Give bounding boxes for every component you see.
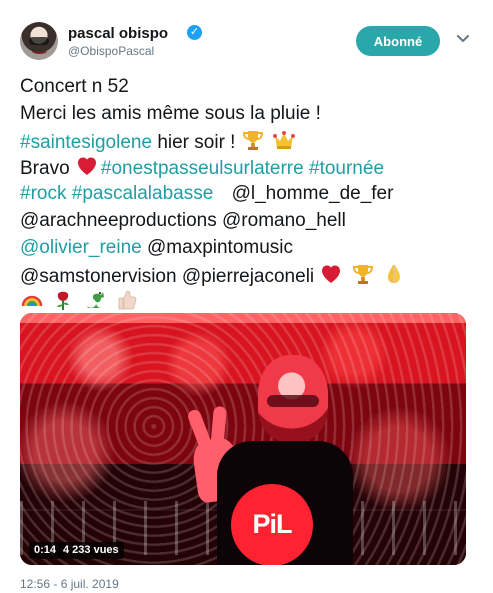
avatar[interactable] [20,22,58,60]
trophy-icon [242,130,263,150]
tweet-text-segment: Merci les amis même sous la pluie ! [20,102,321,124]
rainbow-icon [21,296,43,307]
tweet-text-segment: hier soir ! [152,131,236,153]
tweet-line: @arachneeproductions @romano_hell [20,208,475,235]
mention-link[interactable]: @maxpintomusic [142,237,293,258]
hashtag-link[interactable]: #pascalalabasse [72,183,214,204]
following-button[interactable]: Abonné [356,26,440,56]
mention-link[interactable]: @arachneeproductions @romano_hell [20,210,346,231]
crown-icon [273,130,296,149]
verified-badge-icon: ✓ [187,25,202,40]
hashtag-link[interactable]: #onestpasseulsurlaterre [101,158,304,179]
thumbs-up-icon [118,290,137,310]
video-time-label: 0:14 [29,542,62,559]
tweet-line: Merci les amis même sous la pluie ! [20,101,475,128]
tweet-header: pascal obispo ✓ @ObispoPascal Abonné [20,22,473,64]
mention-link[interactable]: @l_homme_de_fer [232,183,394,204]
heart-icon [322,265,341,283]
tweet-line [20,288,475,315]
display-name[interactable]: pascal obispo [68,25,168,42]
user-handle[interactable]: @ObispoPascal [68,44,154,58]
tweet-text: Concert n 52 Merci les amis même sous la… [20,74,475,315]
tweet-line: @samstonervision @pierrejaconeli [20,262,475,289]
video-views-label: 4 233 vues [58,542,124,559]
tweet-line: #rock #pascalalabasse @l_homme_de_fer [20,181,475,208]
tweet-line: Concert n 52 [20,74,475,101]
mention-link[interactable]: @samstonervision @pierrejaconeli [20,266,314,287]
hashtag-link[interactable]: #tournée [309,158,384,179]
trophy-icon [352,264,373,284]
dragon-icon [86,292,104,309]
chevron-down-icon[interactable] [455,30,471,46]
tweet-timestamp[interactable]: 12:56 - 6 juil. 2019 [20,577,119,591]
praying-hands-icon [387,264,400,283]
shirt-logo: PiL [231,484,313,565]
tweet-line: #saintesigolene hier soir ! [20,128,475,155]
heart-icon [77,157,96,176]
mention-link[interactable]: @olivier_reine [20,237,142,258]
tweet-text-segment: Concert n 52 [20,76,129,97]
video-player[interactable]: PiL [20,313,466,565]
tweet-line: Bravo #onestpasseulsurlaterre #tournée [20,154,475,181]
tweet-text-segment: Bravo [20,158,75,180]
tweet-line: @olivier_reine @maxpintomusic [20,235,475,262]
hashtag-link[interactable]: #saintesigolene [20,132,152,153]
sunglasses-icon [267,395,319,407]
rose-icon [57,292,70,311]
hashtag-link[interactable]: #rock [20,183,66,204]
